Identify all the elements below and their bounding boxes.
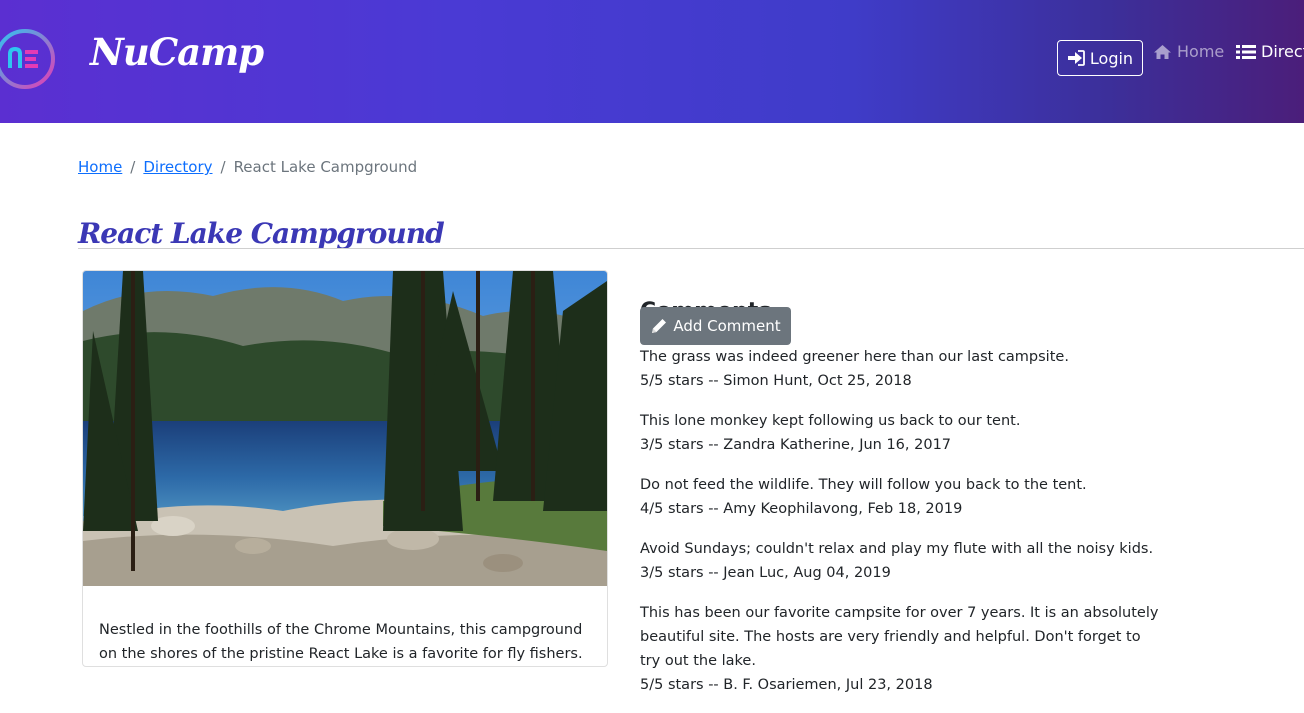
- page-title: React Lake Campground: [78, 217, 445, 251]
- nav-home-label: Home: [1177, 42, 1225, 61]
- breadcrumb-current: React Lake Campground: [233, 158, 418, 176]
- comment-item: This lone monkey kept following us back …: [640, 409, 1160, 457]
- comment-list: The grass was indeed greener here than o…: [640, 345, 1160, 713]
- breadcrumb: Home / Directory / React Lake Campground: [78, 158, 417, 176]
- comment-text: This has been our favorite campsite for …: [640, 605, 1159, 669]
- breadcrumb-separator: /: [220, 158, 226, 176]
- nav-directory-link[interactable]: Direct: [1236, 42, 1304, 61]
- comment-text: Do not feed the wildlife. They will foll…: [640, 477, 1087, 493]
- nav-directory-label: Direct: [1261, 42, 1304, 61]
- comment-meta: 5/5 stars -- B. F. Osariemen, Jul 23, 20…: [640, 677, 933, 693]
- breadcrumb-home-link[interactable]: Home: [78, 158, 122, 176]
- comment-item: This has been our favorite campsite for …: [640, 601, 1160, 697]
- comment-item: Do not feed the wildlife. They will foll…: [640, 473, 1160, 521]
- comment-meta: 3/5 stars -- Jean Luc, Aug 04, 2019: [640, 565, 891, 581]
- nucamp-logo-icon[interactable]: [0, 28, 56, 90]
- add-comment-button[interactable]: Add Comment: [640, 307, 791, 345]
- top-navbar: NuCamp Login Home Direct: [0, 0, 1304, 123]
- list-icon: [1236, 44, 1256, 59]
- comment-meta: 4/5 stars -- Amy Keophilavong, Feb 18, 2…: [640, 501, 963, 517]
- comment-text: Avoid Sundays; couldn't relax and play m…: [640, 541, 1154, 557]
- sign-in-icon: [1067, 50, 1085, 66]
- pencil-icon: [652, 319, 667, 333]
- login-button[interactable]: Login: [1057, 40, 1143, 76]
- comment-item: Avoid Sundays; couldn't relax and play m…: [640, 537, 1160, 585]
- campsite-description: Nestled in the foothills of the Chrome M…: [99, 621, 583, 662]
- home-icon: [1154, 44, 1171, 59]
- nav-home-link[interactable]: Home: [1153, 42, 1224, 61]
- login-label: Login: [1089, 48, 1134, 68]
- title-divider: [78, 248, 1304, 249]
- campsite-card: Nestled in the foothills of the Chrome M…: [82, 270, 608, 667]
- comment-item: The grass was indeed greener here than o…: [640, 345, 1160, 393]
- campsite-photo: [83, 271, 607, 586]
- breadcrumb-directory-link[interactable]: Directory: [143, 158, 212, 176]
- comment-text: This lone monkey kept following us back …: [640, 413, 1021, 429]
- add-comment-label: Add Comment: [673, 317, 781, 335]
- brand-name[interactable]: NuCamp: [90, 30, 264, 74]
- breadcrumb-separator: /: [130, 158, 136, 176]
- comment-meta: 3/5 stars -- Zandra Katherine, Jun 16, 2…: [640, 437, 952, 453]
- comment-meta: 5/5 stars -- Simon Hunt, Oct 25, 2018: [640, 373, 912, 389]
- comment-text: The grass was indeed greener here than o…: [640, 349, 1069, 365]
